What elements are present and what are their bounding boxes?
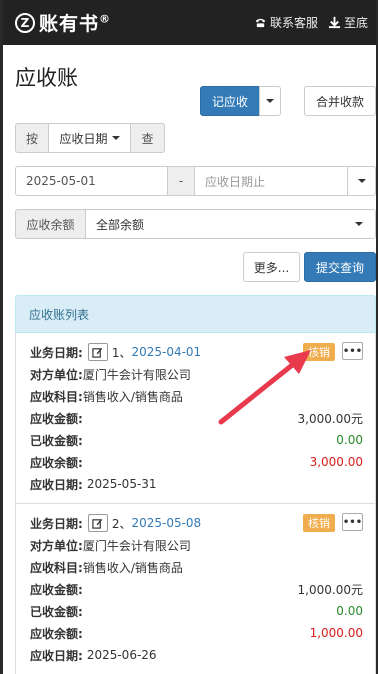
scroll-bottom-link[interactable]: 至底: [328, 14, 368, 31]
date-range-separator: -: [167, 166, 195, 196]
sort-search-button[interactable]: 查: [130, 123, 165, 153]
top-navbar: Z 账有书® 联系客服 至底: [3, 0, 376, 45]
receivable-record: 业务日期: 2、 2025-05-08 核销 ••• 对方单位: 厦门牛会计有限公…: [15, 504, 376, 674]
edit-icon[interactable]: [87, 343, 108, 361]
biz-date-row: 业务日期: 1、 2025-04-01 核销 •••: [30, 341, 363, 363]
writeoff-button[interactable]: 核销: [303, 343, 335, 361]
amount-value: 1,000.00元: [297, 582, 363, 597]
sort-field-dropdown[interactable]: 应收日期: [48, 123, 131, 153]
receivable-record: 业务日期: 1、 2025-04-01 核销 ••• 对方单位: 厦门牛会计有限公…: [15, 333, 376, 504]
received-value: 0.00: [336, 604, 363, 618]
end-date-input[interactable]: 应收日期止: [194, 166, 348, 196]
balance-filter-label: 应收余额: [15, 209, 86, 239]
edit-icon[interactable]: [87, 514, 108, 532]
balance-value: 1,000.00: [309, 626, 363, 640]
date-dropdown-toggle[interactable]: [347, 166, 376, 196]
customer-service-link[interactable]: 联系客服: [254, 14, 318, 31]
amount-value: 3,000.00元: [297, 411, 363, 426]
download-arrow-icon: [328, 16, 341, 29]
biz-date-link[interactable]: 2025-04-01: [131, 345, 201, 359]
record-dropdown-toggle[interactable]: [259, 86, 281, 116]
page-title: 应收账: [15, 66, 78, 90]
subject-value: 销售收入/销售商品: [82, 560, 183, 575]
record-receivable-button[interactable]: 记应收: [200, 86, 260, 116]
due-date-value: 2025-05-31: [86, 477, 157, 491]
biz-date-link[interactable]: 2025-05-08: [131, 516, 201, 530]
brand[interactable]: Z 账有书®: [15, 9, 111, 36]
start-date-input[interactable]: 2025-05-01: [15, 166, 168, 196]
subject-value: 销售收入/销售商品: [82, 389, 183, 404]
caret-down-icon: [355, 222, 363, 226]
brand-name: 账有书®: [39, 12, 112, 35]
caret-down-icon: [266, 99, 274, 103]
sort-by-label: 按: [15, 123, 49, 153]
more-actions-icon[interactable]: •••: [342, 513, 363, 531]
balance-filter-select[interactable]: 全部余额: [85, 209, 376, 239]
phone-icon: [255, 18, 266, 28]
balance-value: 3,000.00: [309, 455, 363, 469]
more-actions-icon[interactable]: •••: [342, 342, 363, 360]
writeoff-button[interactable]: 核销: [303, 514, 335, 532]
caret-down-icon: [111, 136, 120, 140]
page: Z 账有书® 联系客服 至底 应收账 记应收 合并收款 按 应收日期 查 202…: [3, 0, 376, 674]
list-panel-heading: 应收账列表: [15, 295, 376, 333]
counterparty-value: 厦门牛会计有限公司: [82, 538, 191, 553]
received-value: 0.00: [336, 433, 363, 447]
due-date-value: 2025-06-26: [86, 648, 157, 662]
counterparty-value: 厦门牛会计有限公司: [82, 367, 191, 382]
biz-date-row: 业务日期: 2、 2025-05-08 核销 •••: [30, 512, 363, 534]
more-options-button[interactable]: 更多...: [243, 252, 300, 282]
submit-query-button[interactable]: 提交查询: [304, 252, 376, 282]
brand-logo-icon: Z: [15, 12, 35, 33]
merge-collection-button[interactable]: 合并收款: [304, 86, 376, 116]
caret-down-icon: [357, 179, 366, 183]
